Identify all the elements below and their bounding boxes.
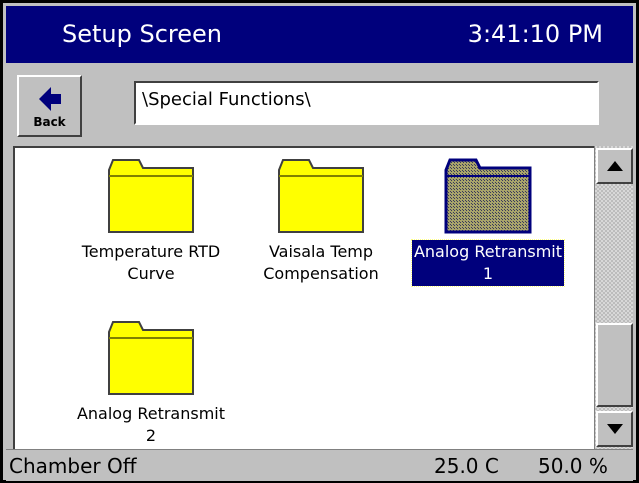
folder-label: Analog Retransmit 1 xyxy=(410,239,566,287)
folder-item-analog-retransmit-1[interactable]: Analog Retransmit 1 xyxy=(398,156,578,287)
clock: 3:41:10 PM xyxy=(467,20,603,48)
folder-icon xyxy=(444,158,532,234)
arrow-up-icon xyxy=(607,161,623,171)
folder-icon xyxy=(108,159,194,233)
folder-icon xyxy=(108,321,194,395)
status-bar: Chamber Off 25.0 C 50.0 % xyxy=(6,449,633,481)
scroll-down-button[interactable] xyxy=(596,411,633,447)
scroll-thumb[interactable] xyxy=(596,323,633,407)
temperature-readout: 25.0 C xyxy=(434,454,499,478)
folder-icon xyxy=(278,159,364,233)
back-label: Back xyxy=(33,115,66,129)
arrow-down-icon xyxy=(607,424,623,434)
folder-item-analog-retransmit-2[interactable]: Analog Retransmit 2 xyxy=(61,318,241,448)
folder-view: Temperature RTD Curve Vaisala Temp Compens… xyxy=(13,146,594,449)
vertical-scrollbar[interactable] xyxy=(594,146,633,449)
setup-screen: Setup Screen 3:41:10 PM Back \Special Fu… xyxy=(0,0,639,483)
chamber-status: Chamber Off xyxy=(9,454,137,478)
folder-label: Temperature RTD Curve xyxy=(81,242,221,283)
humidity-readout: 50.0 % xyxy=(538,454,608,478)
path-field[interactable]: \Special Functions\ xyxy=(134,81,599,125)
scroll-up-button[interactable] xyxy=(596,148,633,184)
title-bar: Setup Screen 3:41:10 PM xyxy=(6,6,633,63)
folder-item-temperature-rtd-curve[interactable]: Temperature RTD Curve xyxy=(61,156,241,286)
folder-item-vaisala-temp-compensation[interactable]: Vaisala Temp Compensation xyxy=(231,156,411,286)
back-arrow-icon xyxy=(39,87,61,111)
folder-label: Analog Retransmit 2 xyxy=(76,404,226,445)
window-title: Setup Screen xyxy=(62,20,222,48)
folder-label: Vaisala Temp Compensation xyxy=(263,242,379,283)
back-button[interactable]: Back xyxy=(17,75,82,137)
